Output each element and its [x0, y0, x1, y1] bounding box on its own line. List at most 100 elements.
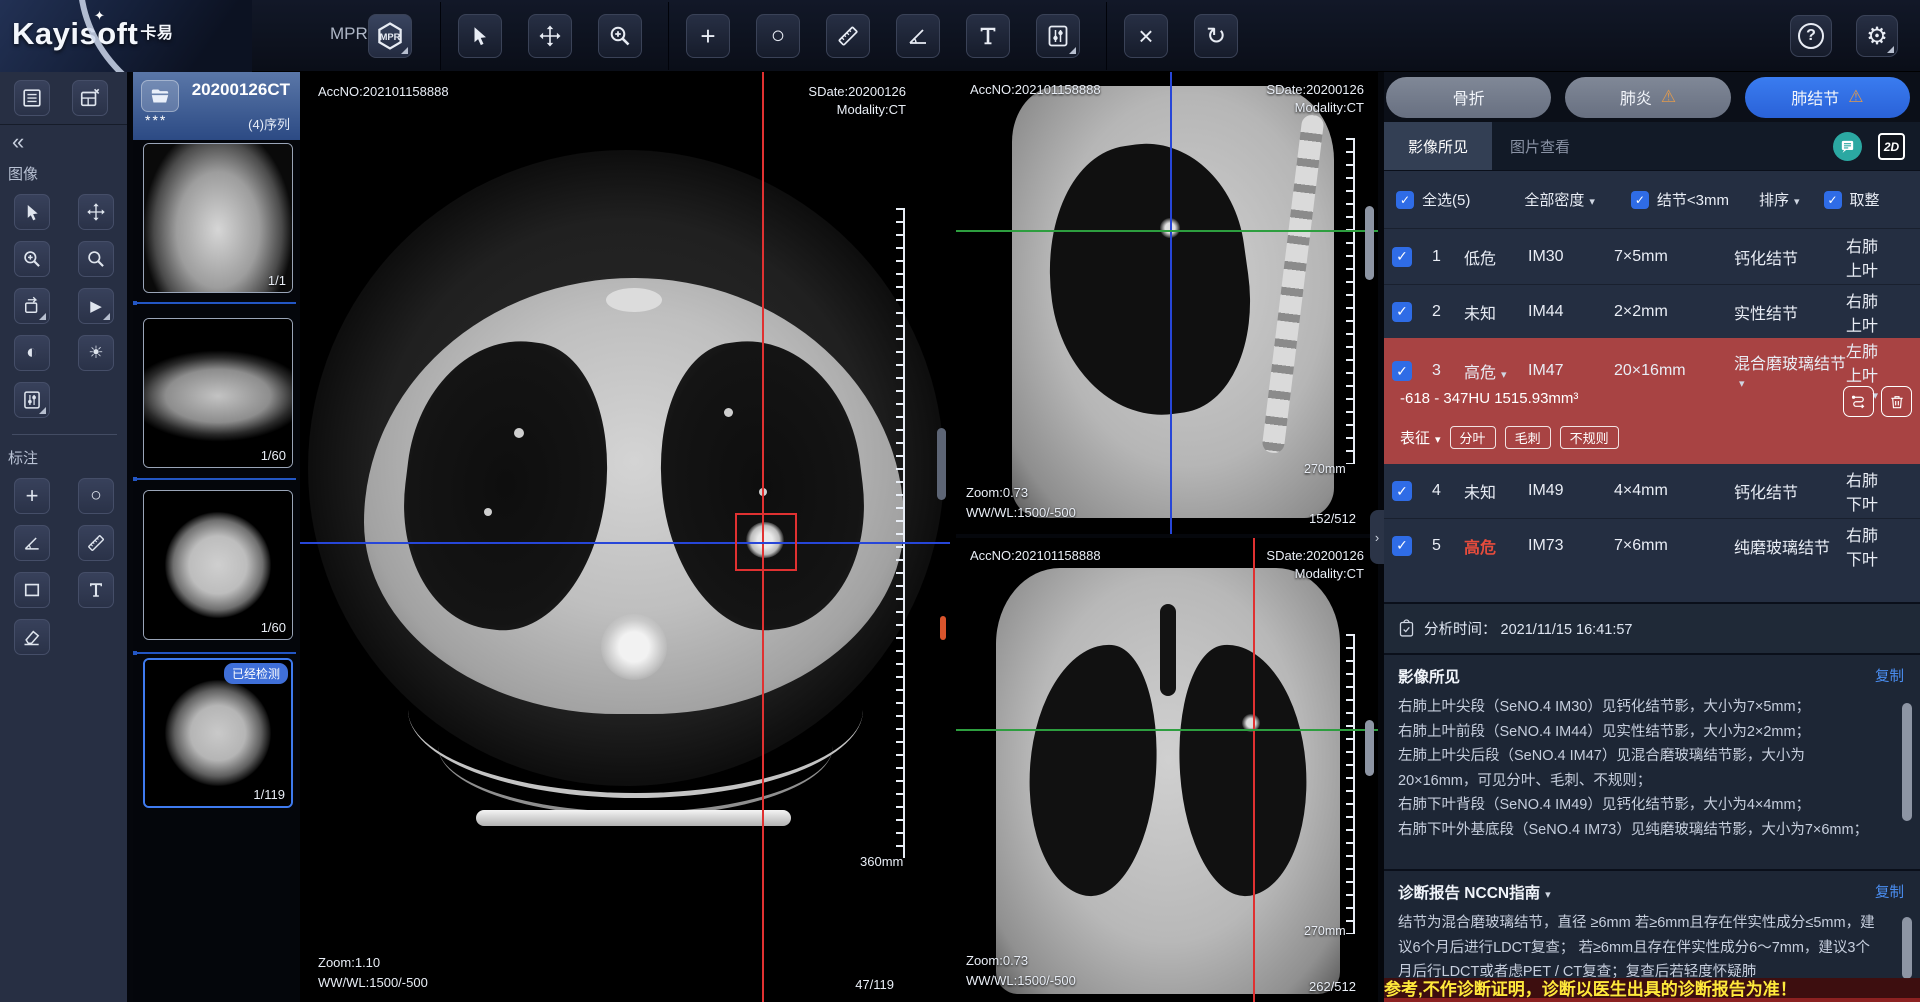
cursor-tool[interactable]	[14, 194, 50, 230]
feature-tag[interactable]: 分叶	[1450, 426, 1496, 449]
crosshair-horizontal-green[interactable]	[956, 230, 1378, 232]
nodule-row-5[interactable]: ✓ 5 高危 IM73 7×6mm 纯磨玻璃结节 右肺下叶	[1384, 518, 1920, 572]
angle-tool-button[interactable]	[896, 14, 940, 58]
row-checkbox[interactable]: ✓	[1392, 536, 1412, 556]
mpr-mode-button[interactable]: MPR	[368, 14, 412, 58]
right-panel-collapse-button[interactable]: ›	[1370, 510, 1384, 564]
report-bubble-button[interactable]	[1833, 132, 1862, 161]
delete-annotation-button[interactable]: ×	[1124, 14, 1168, 58]
reset-tool-button[interactable]: ↻	[1194, 14, 1238, 58]
coronal-viewport[interactable]: AccNO:202101158888 SDate:20200126 Modali…	[956, 538, 1378, 1002]
crosshair-annotate-tool[interactable]: +	[14, 478, 50, 514]
help-button[interactable]: ?	[1790, 15, 1832, 57]
series-list-panel-button[interactable]	[14, 80, 50, 116]
round-checkbox[interactable]: ✓	[1824, 191, 1842, 209]
select-all-label: 全选(5)	[1422, 189, 1470, 210]
caret-down-icon[interactable]: ▾	[1545, 889, 1551, 901]
nodule-roi-box[interactable]	[735, 513, 797, 571]
tab-label: 肺结节	[1791, 85, 1839, 109]
follow-up-button[interactable]	[1843, 386, 1874, 417]
2d-label: 2D	[1884, 140, 1899, 154]
2d-view-button[interactable]: 2D	[1878, 133, 1905, 160]
caret-down-icon: ▾	[1435, 434, 1441, 446]
nodule-row-3[interactable]: ✓ 3 高危▾ IM47 20×16mm 混合磨玻璃结节▾ 左肺上叶▾	[1384, 338, 1920, 394]
nodule-risk-dropdown[interactable]: 高危▾	[1464, 359, 1528, 383]
report-scrollbar-thumb[interactable]	[1902, 917, 1912, 979]
select-all-checkbox[interactable]: ✓	[1396, 191, 1414, 209]
feature-dropdown[interactable]: 表征▾	[1400, 427, 1441, 448]
brightness-tool[interactable]: ☀	[78, 335, 114, 371]
nodule-row-3-expanded[interactable]: ✓ 3 高危▾ IM47 20×16mm 混合磨玻璃结节▾ 左肺上叶▾ -618…	[1384, 338, 1920, 464]
pan-tool-button[interactable]	[528, 14, 572, 58]
nodule-row-2[interactable]: ✓ 2 未知 IM44 2×2mm 实性结节 右肺上叶	[1384, 284, 1920, 338]
slice-scrollbar-thumb[interactable]	[937, 428, 946, 500]
window-level-icon	[1046, 24, 1070, 48]
text-tool-button[interactable]	[966, 14, 1010, 58]
rotate-tool[interactable]	[14, 288, 50, 324]
ruler-icon	[836, 24, 860, 48]
slice-scrollbar-thumb[interactable]	[1365, 720, 1374, 776]
nodule-row-1[interactable]: ✓ 1 低危 IM30 7×5mm 钙化结节 右肺上叶	[1384, 228, 1920, 284]
angle-annotate-tool[interactable]	[14, 525, 50, 561]
nodule-row-4[interactable]: ✓ 4 未知 IM49 4×4mm 钙化结节 右肺下叶	[1384, 464, 1920, 518]
findings-scrollbar-thumb[interactable]	[1902, 703, 1912, 821]
ellipse-tool-button[interactable]: ○	[756, 14, 800, 58]
play-icon: ▶	[90, 297, 102, 315]
sort-dropdown[interactable]: 排序▾	[1759, 189, 1800, 210]
settings-button[interactable]: ⚙	[1856, 15, 1898, 57]
ellipse-annotate-tool[interactable]: ○	[78, 478, 114, 514]
tab-pneumonia[interactable]: 肺炎 ⚠	[1565, 77, 1730, 118]
cine-play-tool[interactable]: ▶	[78, 288, 114, 324]
zoom-in-tool-button[interactable]	[598, 14, 642, 58]
study-date: SDate:20200126	[1266, 548, 1364, 563]
pan-tool[interactable]	[78, 194, 114, 230]
row-checkbox[interactable]: ✓	[1392, 361, 1412, 381]
window-width-level: WW/WL:1500/-500	[966, 505, 1076, 520]
series-thumbnail[interactable]: 1/60	[143, 318, 293, 468]
tab-lung-nodule[interactable]: 肺结节 ⚠	[1745, 77, 1910, 118]
copy-report-button[interactable]: 复制	[1875, 881, 1904, 902]
crosshair-tool-button[interactable]: +	[686, 14, 730, 58]
small-nodule-checkbox[interactable]: ✓	[1631, 191, 1649, 209]
zoom-in-tool[interactable]	[14, 241, 50, 277]
tab-image-findings[interactable]: 影像所见	[1384, 122, 1492, 170]
text-annotate-tool[interactable]	[78, 572, 114, 608]
rectangle-annotate-tool[interactable]	[14, 572, 50, 608]
window-width-level: WW/WL:1500/-500	[318, 975, 428, 990]
feature-tag[interactable]: 不规则	[1560, 426, 1619, 449]
ruler-tool-button[interactable]	[826, 14, 870, 58]
slice-scrollbar-thumb[interactable]	[1365, 206, 1374, 280]
crosshair-horizontal-green[interactable]	[956, 729, 1378, 731]
copy-findings-button[interactable]: 复制	[1875, 665, 1904, 686]
eraser-tool[interactable]	[14, 619, 50, 655]
open-study-button[interactable]	[141, 80, 179, 112]
row-checkbox[interactable]: ✓	[1392, 481, 1412, 501]
tab-picture-view[interactable]: 图片查看	[1510, 136, 1570, 157]
crosshair-vertical-blue[interactable]	[1170, 72, 1172, 534]
series-thumbnail[interactable]: 1/1	[143, 143, 293, 293]
cursor-tool-button[interactable]	[458, 14, 502, 58]
density-dropdown[interactable]: 全部密度▾	[1524, 189, 1595, 210]
invert-contrast-tool[interactable]: ◐	[14, 335, 50, 371]
series-thumbnail[interactable]: 1/60	[143, 490, 293, 640]
crosshair-horizontal-blue[interactable]	[300, 542, 950, 544]
layout-panel-button[interactable]	[72, 80, 108, 116]
ruler-annotate-tool[interactable]	[78, 525, 114, 561]
finding-item: 右肺下叶背段（SeNO.4 IM49）见钙化结节影，大小为4×4mm；	[1398, 793, 1876, 818]
window-level-tool[interactable]	[14, 382, 50, 418]
magnify-tool[interactable]	[78, 241, 114, 277]
crosshair-vertical-red[interactable]	[1253, 538, 1255, 1002]
feature-tag[interactable]: 毛刺	[1505, 426, 1551, 449]
series-thumbnail-selected[interactable]: 已经检测 1/119	[143, 658, 293, 808]
row-checkbox[interactable]: ✓	[1392, 247, 1412, 267]
tab-fracture[interactable]: 骨折	[1386, 77, 1551, 118]
caret-down-icon: ▾	[1501, 369, 1507, 381]
window-level-tool-button[interactable]	[1036, 14, 1080, 58]
sidebar-collapse-button[interactable]: «	[0, 125, 127, 151]
row-checkbox[interactable]: ✓	[1392, 302, 1412, 322]
delete-nodule-button[interactable]	[1881, 386, 1912, 417]
sagittal-viewport[interactable]: AccNO:202101158888 SDate:20200126 Modali…	[956, 72, 1378, 536]
nodule-image-no: IM44	[1528, 303, 1614, 321]
nodule-type-dropdown[interactable]: 混合磨玻璃结节▾	[1734, 350, 1846, 392]
axial-viewport[interactable]: AccNO:202101158888 SDate:20200126 Modali…	[300, 72, 950, 1002]
